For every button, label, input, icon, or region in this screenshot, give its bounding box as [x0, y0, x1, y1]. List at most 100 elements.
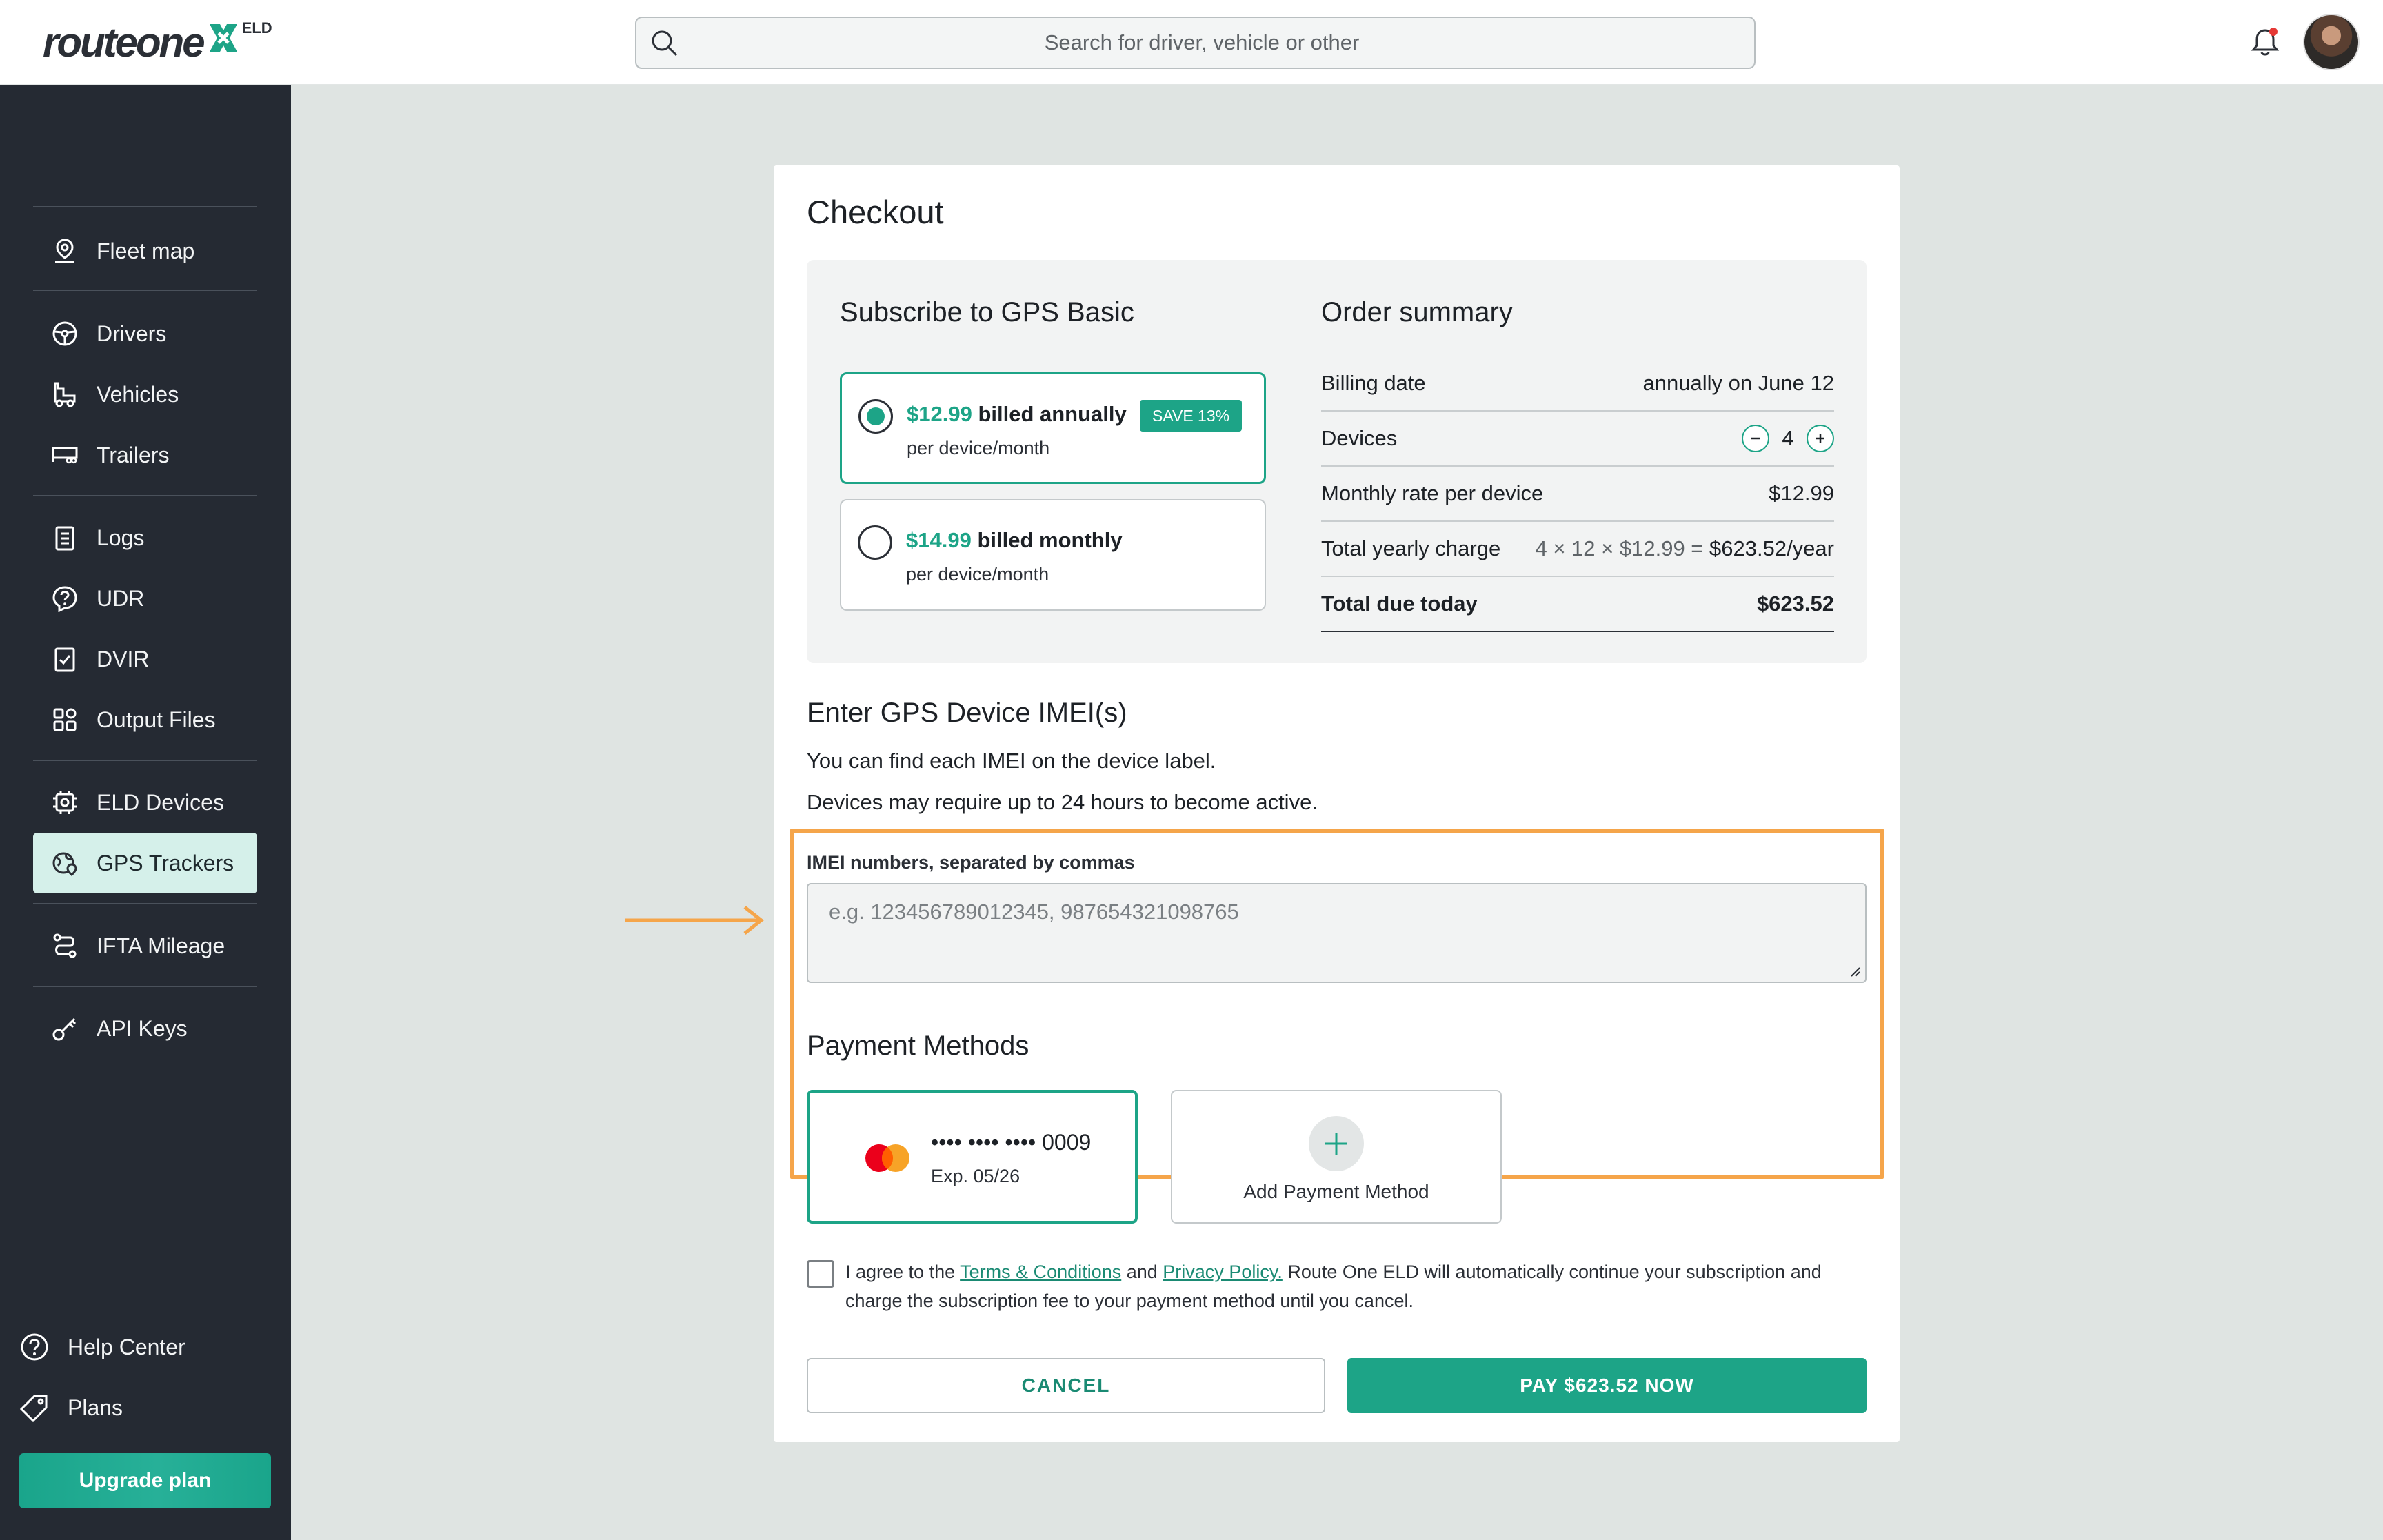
sidebar-item-label: Trailers — [97, 442, 170, 467]
summary-row-devices: Devices 4 — [1321, 412, 1834, 467]
minus-icon — [1751, 437, 1760, 440]
add-icon — [1309, 1116, 1364, 1171]
terms-checkbox[interactable] — [807, 1260, 834, 1288]
plans-label: Plans — [68, 1395, 123, 1420]
card-number: •••• •••• •••• 0009 — [931, 1130, 1092, 1155]
plan-per-unit: per device/month — [906, 564, 1049, 585]
summary-row-monthly-rate: Monthly rate per device $12.99 — [1321, 467, 1834, 522]
sidebar-item-output-files[interactable]: Output Files — [33, 689, 257, 750]
resize-handle-icon[interactable] — [1847, 964, 1861, 977]
plus-icon — [1816, 434, 1824, 443]
summary-value: annually on June 12 — [1642, 371, 1834, 395]
plan-option-monthly[interactable]: $14.99 billed monthly per device/month — [840, 499, 1266, 611]
search-input[interactable] — [685, 18, 1719, 68]
help-icon — [19, 1332, 50, 1362]
sidebar-item-vehicles[interactable]: Vehicles — [33, 364, 257, 425]
imei-textarea[interactable] — [808, 884, 1865, 982]
summary-value: $12.99 — [1769, 481, 1834, 505]
decrement-button[interactable] — [1742, 425, 1769, 452]
plan-radio[interactable] — [858, 525, 892, 560]
sidebar-item-logs[interactable]: Logs — [33, 507, 257, 568]
plan-price-line: $12.99 billed annually — [907, 402, 1127, 427]
help-center-label: Help Center — [68, 1334, 185, 1359]
map-pin-icon — [50, 236, 80, 266]
add-payment-label: Add Payment Method — [1243, 1181, 1429, 1202]
imei-field[interactable] — [807, 883, 1867, 983]
yearly-calculation: 4 × 12 × $12.99 = — [1535, 536, 1710, 560]
sidebar-item-label: Vehicles — [97, 381, 179, 407]
plan-price: $14.99 — [906, 528, 972, 552]
routeone-logo[interactable]: routeone ELD — [43, 15, 272, 70]
notification-bell-icon[interactable] — [2248, 25, 2282, 59]
steering-wheel-icon — [50, 318, 80, 349]
sidebar-divider — [33, 760, 257, 761]
summary-label: Total due today — [1321, 591, 1478, 616]
payment-card-selected[interactable]: •••• •••• •••• 0009 Exp. 05/26 — [807, 1090, 1138, 1224]
checklist-icon — [50, 644, 80, 674]
sidebar-item-gps-trackers[interactable]: GPS Trackers — [33, 833, 257, 893]
plan-billing: billed monthly — [971, 528, 1123, 552]
upgrade-plan-button[interactable]: Upgrade plan — [19, 1453, 271, 1508]
device-icon — [50, 787, 80, 818]
sidebar-item-drivers[interactable]: Drivers — [33, 303, 257, 364]
summary-label: Total yearly charge — [1321, 536, 1501, 560]
summary-value: $623.52/year — [1709, 536, 1834, 560]
sidebar-divider — [33, 290, 257, 291]
arrow-pointer-icon — [623, 904, 765, 936]
sidebar-divider — [33, 206, 257, 207]
summary-row-total: Total due today $623.52 — [1321, 577, 1834, 632]
sidebar-item-label: DVIR — [97, 646, 150, 671]
summary-value: $623.52 — [1756, 591, 1834, 616]
truck-icon — [50, 379, 80, 409]
gps-icon — [50, 848, 80, 878]
sidebar-item-trailers[interactable]: Trailers — [33, 425, 257, 485]
terms-link[interactable]: Terms & Conditions — [960, 1262, 1121, 1282]
search-icon — [650, 29, 679, 58]
agreement-and: and — [1121, 1262, 1163, 1282]
cancel-button[interactable]: CANCEL — [807, 1358, 1325, 1413]
summary-label: Billing date — [1321, 371, 1426, 395]
summary-value-group: 4 × 12 × $12.99 = $623.52/year — [1535, 536, 1834, 561]
sidebar-divider — [33, 986, 257, 987]
plan-option-annual[interactable]: $12.99 billed annually SAVE 13% per devi… — [840, 372, 1266, 484]
logo-mark-icon — [206, 21, 241, 55]
order-summary-title: Order summary — [1321, 297, 1513, 327]
pay-now-button[interactable]: PAY $623.52 NOW — [1347, 1358, 1867, 1413]
sidebar-divider — [33, 903, 257, 904]
devices-stepper: 4 — [1742, 425, 1834, 452]
sidebar-item-ifta-mileage[interactable]: IFTA Mileage — [33, 915, 257, 976]
privacy-link[interactable]: Privacy Policy. — [1163, 1262, 1283, 1282]
sidebar-item-label: Fleet map — [97, 238, 195, 263]
sidebar-item-api-keys[interactable]: API Keys — [33, 998, 257, 1059]
sidebar-item-fleet-map[interactable]: Fleet map — [33, 221, 257, 281]
logo-eld-superscript: ELD — [241, 19, 272, 37]
sidebar-item-udr[interactable]: UDR — [33, 568, 257, 629]
save-badge: SAVE 13% — [1140, 400, 1243, 432]
agreement-prefix: I agree to the — [845, 1262, 961, 1282]
terms-agreement-text: I agree to the Terms & Conditions and Pr… — [845, 1257, 1873, 1315]
imei-section-title: Enter GPS Device IMEI(s) — [807, 698, 1127, 728]
key-icon — [50, 1013, 80, 1044]
increment-button[interactable] — [1807, 425, 1834, 452]
help-center-link[interactable]: Help Center — [19, 1323, 185, 1371]
add-payment-method-button[interactable]: Add Payment Method — [1171, 1090, 1502, 1224]
search-bar[interactable] — [635, 17, 1756, 69]
sidebar-item-label: ELD Devices — [97, 789, 224, 815]
question-circle-icon — [50, 583, 80, 614]
payment-methods-title: Payment Methods — [807, 1031, 1029, 1061]
tag-icon — [19, 1392, 50, 1423]
user-avatar[interactable] — [2303, 14, 2360, 70]
plan-radio-selected[interactable] — [858, 399, 893, 434]
sidebar-item-label: Drivers — [97, 321, 167, 346]
sidebar: Fleet map Drivers Vehicles Trailers Logs… — [0, 85, 291, 1540]
sidebar-item-dvir[interactable]: DVIR — [33, 629, 257, 689]
sidebar-item-label: IFTA Mileage — [97, 933, 225, 958]
devices-count: 4 — [1782, 426, 1794, 450]
plan-price: $12.99 — [907, 402, 972, 426]
plans-link[interactable]: Plans — [19, 1384, 123, 1432]
summary-label: Monthly rate per device — [1321, 481, 1544, 505]
plan-per-unit: per device/month — [907, 438, 1050, 458]
plan-billing: billed annually — [972, 402, 1127, 426]
sidebar-item-eld-devices[interactable]: ELD Devices — [33, 772, 257, 833]
trailer-icon — [50, 440, 80, 470]
